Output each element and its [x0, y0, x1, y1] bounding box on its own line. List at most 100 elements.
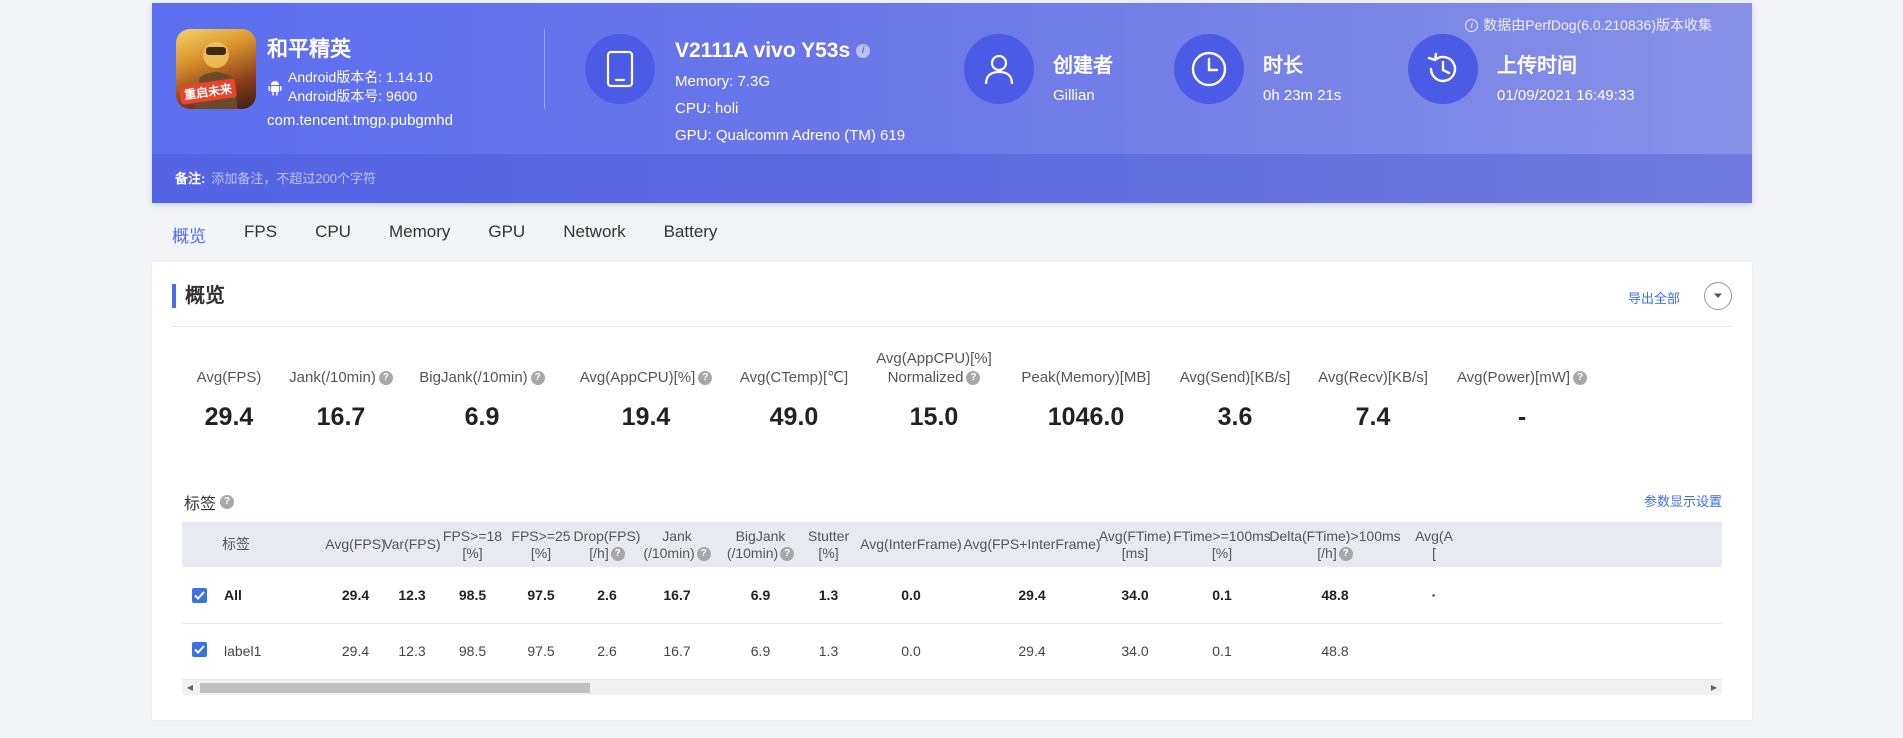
column-header: Stutter [%] — [807, 522, 850, 567]
tab-item[interactable]: Battery — [664, 222, 718, 247]
help-icon[interactable]: ? — [1338, 546, 1353, 561]
column-header-line: [ — [1415, 545, 1453, 562]
upload-title: 上传时间 — [1497, 55, 1577, 77]
table-cell: 29.4 — [341, 586, 370, 603]
section-divider — [172, 326, 1732, 327]
column-header-label: Avg(FPS) — [325, 536, 385, 553]
help-icon[interactable]: ? — [780, 546, 795, 561]
horizontal-scrollbar[interactable]: ◀ ▶ — [182, 680, 1722, 695]
column-header-label: Var(FPS) — [383, 536, 440, 553]
overview-card: 概览 导出全部 Avg(FPS) 29.4 Jank(/10min)? 16.7 Big… — [152, 262, 1752, 720]
table-cell: · — [1431, 586, 1437, 603]
tab-item[interactable]: 概览 — [172, 222, 206, 247]
row-checkbox[interactable] — [192, 588, 207, 603]
column-header-label: BigJank (/10min)? — [726, 527, 795, 562]
column-header-line: [/h]? — [574, 545, 641, 562]
app-icon: 重启未来 — [176, 29, 256, 109]
column-header-label: FTime>=100ms [%] — [1173, 528, 1271, 562]
column-header: Jank (/10min)? — [640, 522, 714, 567]
column-header-label: Avg(InterFrame) — [860, 536, 962, 553]
column-header-unit: (/10min) — [726, 544, 779, 561]
column-header-unit: [/h] — [589, 544, 609, 561]
collapse-button[interactable] — [1704, 282, 1732, 310]
column-header-line: Jank — [662, 527, 692, 544]
column-header: Avg(FPS) — [324, 522, 387, 567]
column-header: Avg(FPS+InterFrame) — [963, 522, 1100, 567]
help-icon[interactable]: ? — [378, 371, 393, 386]
remark-bar: 备注: 添加备注，不超过200个字符 — [152, 154, 1752, 203]
column-header: Avg(InterFrame) — [850, 522, 972, 567]
creator-title: 创建者 — [1053, 55, 1113, 77]
android-version-name: Android版本名: 1.14.10 — [288, 69, 433, 85]
version-notice-text: 数据由PerfDog(6.0.210836)版本收集 — [1483, 17, 1712, 33]
user-icon — [964, 34, 1034, 104]
stat-value: - — [1517, 403, 1527, 431]
row-label: label1 — [224, 643, 262, 659]
table-cell: 0.0 — [901, 643, 921, 659]
help-icon[interactable]: ? — [220, 495, 235, 509]
column-header-label: 标签 — [222, 536, 250, 553]
stat-label-text: Normalized — [887, 369, 964, 386]
tab-item[interactable]: CPU — [315, 222, 351, 247]
app-name: 和平精英 — [267, 38, 351, 61]
tab-item[interactable]: Memory — [389, 222, 450, 247]
device-info-icon[interactable]: i — [856, 44, 871, 58]
help-icon[interactable]: ? — [696, 546, 711, 561]
table-cell: 34.0 — [1121, 586, 1149, 603]
table-cell: 16.7 — [663, 643, 691, 659]
column-header-line: Avg(InterFrame) — [860, 536, 962, 552]
help-icon[interactable]: ? — [610, 546, 625, 561]
scroll-right-arrow-icon[interactable]: ▶ — [1708, 680, 1720, 695]
table-cell: 97.5 — [527, 586, 555, 603]
tab-item[interactable]: Network — [563, 222, 625, 247]
remark-input[interactable]: 添加备注，不超过200个字符 — [211, 171, 376, 186]
scroll-thumb[interactable] — [200, 683, 590, 693]
help-icon[interactable]: ? — [530, 371, 545, 386]
column-header: Avg(A[ — [1404, 522, 1464, 567]
column-header-label: Stutter [%] — [808, 528, 849, 562]
table-cell: 29.4 — [1018, 586, 1046, 603]
table-cell: 0.1 — [1212, 643, 1232, 659]
remark[interactable]: 备注: 添加备注，不超过200个字符 — [175, 168, 376, 187]
table-cell: 1.3 — [818, 586, 839, 603]
help-icon[interactable]: ? — [966, 371, 981, 386]
stat-label-text: Jank(/10min) — [289, 369, 376, 386]
device-cpu: CPU: holi — [675, 100, 739, 117]
column-header: Avg(FTime) [ms] — [1092, 522, 1178, 567]
tags-table: 标签 Avg(FPS) Var(FPS) FPS>=18 [%] FPS>=25 [%] Dr… — [182, 522, 1722, 698]
table-row: label1 29.4 12.3 98.5 97.5 2.6 16.7 6.9 1.3 0.0 29… — [182, 624, 1722, 680]
table-cell: 2.6 — [597, 643, 617, 659]
device-name: V2111A vivo Y53s i — [675, 39, 871, 63]
duration-title: 时长 — [1263, 55, 1303, 77]
column-header-line: [%] — [511, 545, 570, 562]
scroll-left-arrow-icon[interactable]: ◀ — [184, 680, 196, 695]
column-header-line: [ms] — [1099, 545, 1171, 562]
column-header: FPS>=18 [%] — [437, 522, 508, 567]
tab-item[interactable]: FPS — [244, 222, 277, 247]
column-header-line: (/10min)? — [643, 544, 711, 562]
duration-value: 0h 23m 21s — [1263, 87, 1342, 104]
stat-label-text: Avg(CTemp)[℃] — [739, 369, 849, 386]
tab-item[interactable]: GPU — [488, 222, 525, 247]
stat-label-text: Avg(Recv)[KB/s] — [1318, 369, 1428, 386]
help-icon[interactable]: ? — [1573, 371, 1588, 386]
column-header-line: FPS>=25 — [511, 527, 571, 544]
row-checkbox[interactable] — [192, 642, 207, 657]
column-header-unit: [%] — [530, 544, 552, 561]
stat-label: Avg(Power)[mW]? — [1432, 368, 1612, 387]
column-header-label: Drop(FPS) [/h]? — [574, 528, 641, 562]
column-header-label: Jank (/10min)? — [643, 527, 711, 562]
param-settings-link[interactable]: 参数显示设置 — [1644, 491, 1722, 510]
export-all-link[interactable]: 导出全部 — [1628, 288, 1680, 307]
device-gpu: GPU: Qualcomm Adreno (TM) 619 — [675, 127, 906, 144]
column-header-line: BigJank — [735, 527, 786, 544]
android-version-code: Android版本号: 9600 — [288, 88, 418, 104]
column-header-line: Avg(FPS) — [325, 536, 386, 552]
checkmark-icon — [194, 591, 205, 600]
column-header-unit: (/10min) — [643, 544, 695, 561]
column-header-line: [%] — [808, 545, 849, 562]
column-header-unit: [ms] — [1121, 544, 1149, 561]
table-cell: 16.7 — [663, 586, 691, 603]
table-cell: 48.8 — [1321, 643, 1349, 659]
column-header-label: Avg(FTime) [ms] — [1099, 528, 1171, 562]
